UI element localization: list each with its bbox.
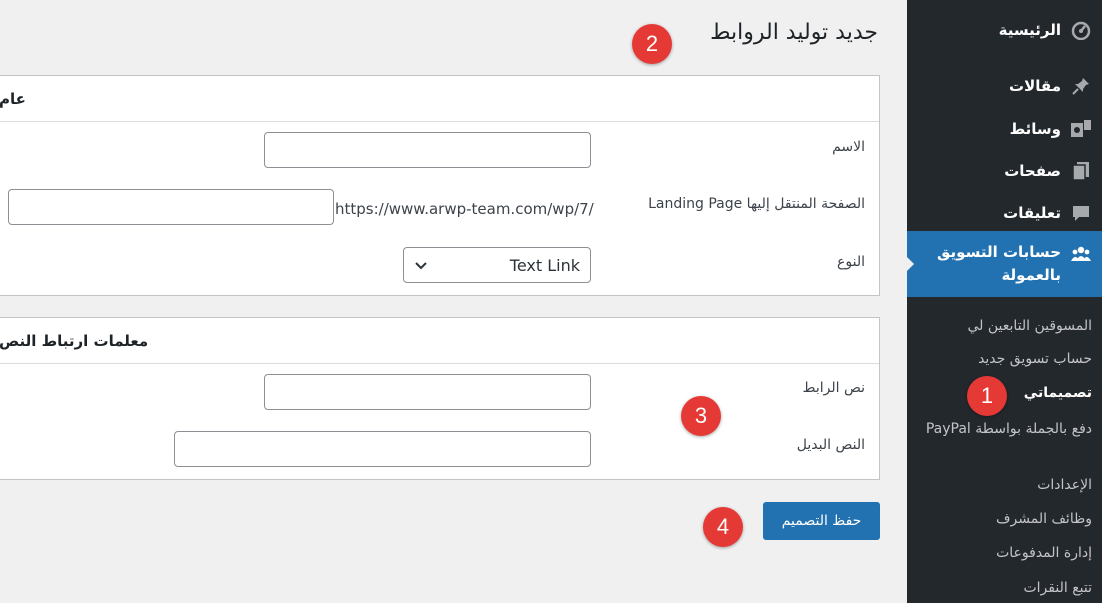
menu-item-posts[interactable]: مقالات xyxy=(907,66,1102,106)
panel-heading: معلمات ارتباط النص xyxy=(0,318,879,364)
landing-url-prefix: https://www.arwp-team.com/wp/7/ xyxy=(335,200,594,218)
menu-item-dashboard[interactable]: الرئيسية xyxy=(907,10,1102,50)
type-label: النوع xyxy=(837,254,865,270)
menu-label: تعليقات xyxy=(1003,204,1061,222)
step-badge-1: 1 xyxy=(967,376,1007,416)
landing-page-label: الصفحة المنتقل إليها Landing Page xyxy=(648,196,865,212)
admin-sidebar: الرئيسية مقالات وسائط صفحات تعليقات حساب… xyxy=(907,0,1102,603)
menu-label: صفحات xyxy=(1004,162,1061,180)
menu-label: حسابات التسويق بالعمولة xyxy=(937,243,1061,284)
menu-item-pages[interactable]: صفحات xyxy=(907,151,1102,191)
menu-item-affiliates[interactable]: حسابات التسويق بالعمولة xyxy=(907,231,1102,297)
menu-label: الرئيسية xyxy=(998,21,1061,39)
submenu-new-affiliate[interactable]: حساب تسويق جديد xyxy=(917,349,1092,369)
active-arrow xyxy=(907,256,914,272)
pin-icon xyxy=(1070,75,1092,97)
step-badge-2: 2 xyxy=(632,24,672,64)
panel-heading: عام xyxy=(0,76,879,122)
alt-text-label: النص البديل xyxy=(796,437,865,453)
submenu-click-tracking[interactable]: تتبع النقرات xyxy=(917,578,1092,598)
pages-icon xyxy=(1070,160,1092,182)
alt-text-input[interactable] xyxy=(174,431,591,467)
type-select-value: Text Link xyxy=(509,255,580,275)
dashboard-icon xyxy=(1070,19,1092,41)
link-text-label: نص الرابط xyxy=(802,380,865,396)
submenu-payments[interactable]: إدارة المدفوعات xyxy=(917,543,1092,563)
submenu-my-affiliates[interactable]: المسوقين التابعين لي xyxy=(917,316,1092,336)
landing-page-input[interactable] xyxy=(8,189,334,225)
name-input[interactable] xyxy=(264,132,591,168)
general-panel: عام الاسم الصفحة المنتقل إليها Landing P… xyxy=(0,75,880,296)
page-title: جديد توليد الروابط xyxy=(710,20,878,45)
menu-label: وسائط xyxy=(1009,120,1061,138)
menu-item-media[interactable]: وسائط xyxy=(907,109,1102,149)
submenu-paypal-payouts[interactable]: دفع بالجملة بواسطة PayPal xyxy=(917,419,1092,439)
type-select[interactable]: Text Link xyxy=(403,247,591,283)
media-icon xyxy=(1070,118,1092,140)
chevron-down-icon xyxy=(414,256,428,275)
name-label: الاسم xyxy=(832,139,865,155)
affiliates-icon xyxy=(1070,243,1092,265)
link-text-input[interactable] xyxy=(264,374,591,410)
save-creative-button[interactable]: حفظ التصميم xyxy=(763,502,880,540)
comments-icon xyxy=(1070,202,1092,224)
text-link-panel: معلمات ارتباط النص نص الرابط النص البديل xyxy=(0,317,880,480)
submenu-admin-functions[interactable]: وظائف المشرف xyxy=(917,509,1092,529)
menu-item-comments[interactable]: تعليقات xyxy=(907,193,1102,233)
step-badge-4: 4 xyxy=(703,507,743,547)
menu-label: مقالات xyxy=(1009,77,1061,95)
step-badge-3: 3 xyxy=(681,396,721,436)
submenu-settings[interactable]: الإعدادات xyxy=(917,475,1092,495)
